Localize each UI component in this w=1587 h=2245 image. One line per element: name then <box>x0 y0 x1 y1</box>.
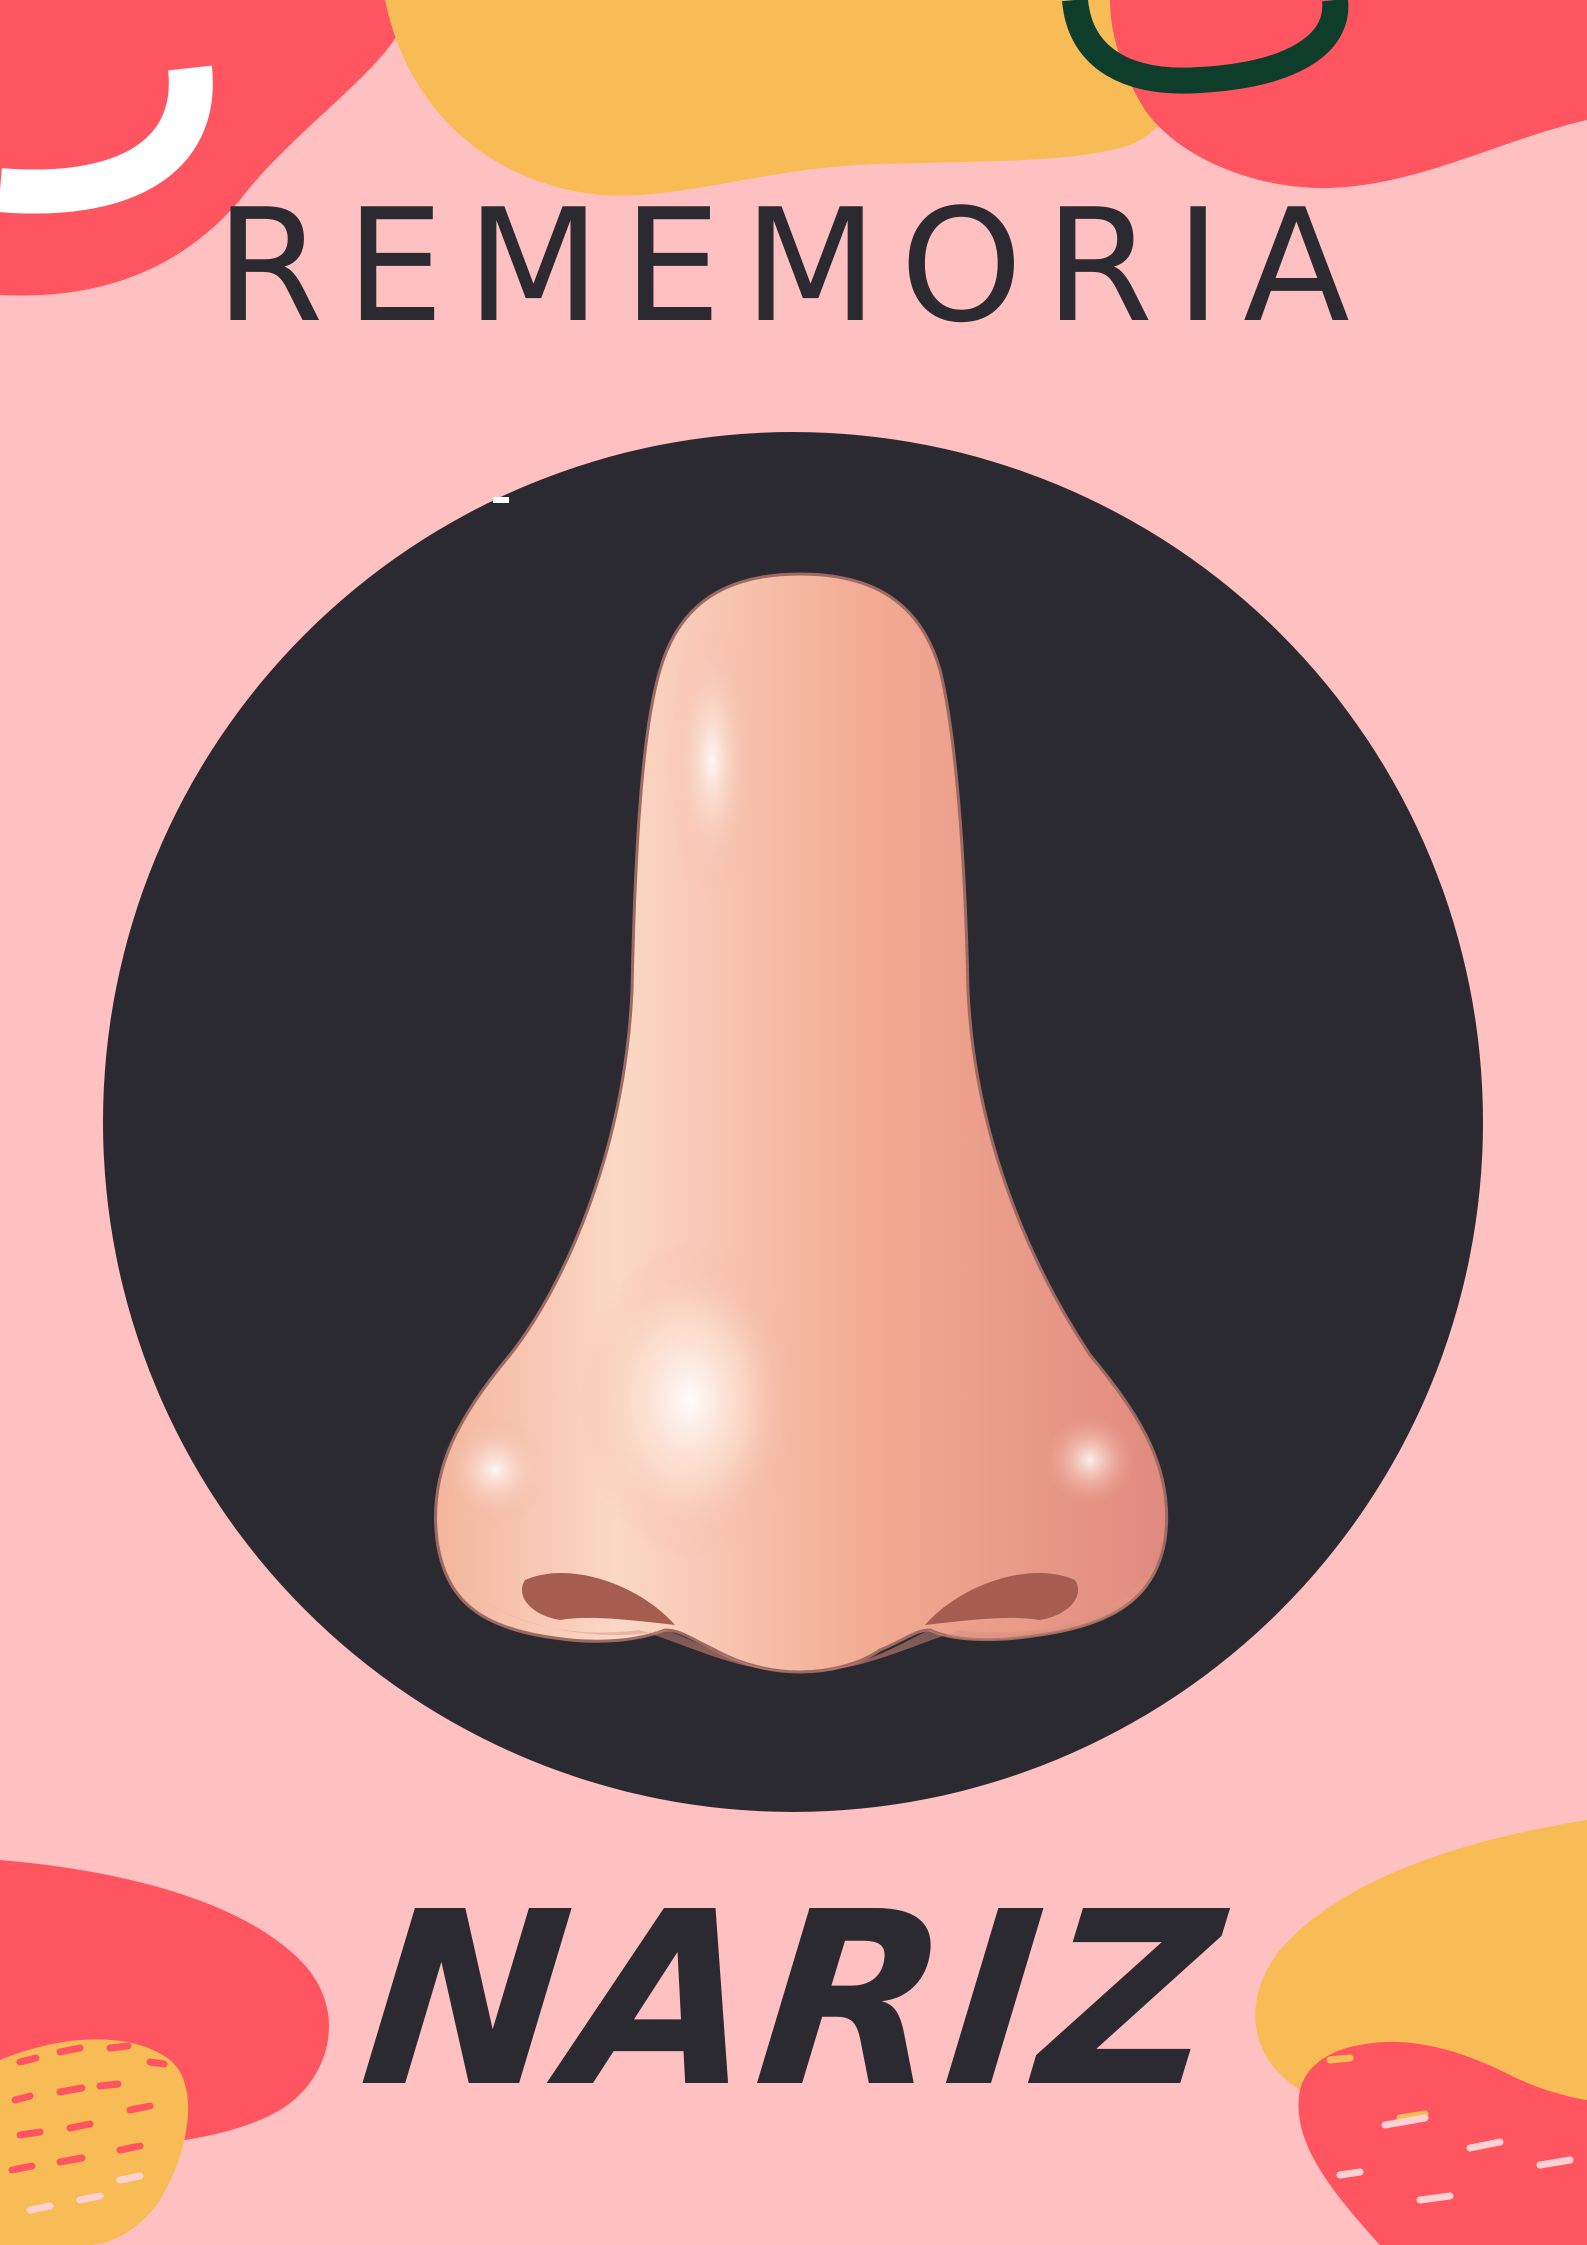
nose-bridge-highlight <box>667 620 757 900</box>
nose-tip-highlight <box>580 1240 800 1560</box>
flashcard: REMEMORIA NARIZ <box>0 0 1587 2245</box>
left-wing-highlight <box>440 1415 550 1525</box>
card-word: NARIZ <box>351 1860 1236 2140</box>
speck <box>493 497 509 503</box>
right-wing-highlight <box>1045 1415 1135 1505</box>
